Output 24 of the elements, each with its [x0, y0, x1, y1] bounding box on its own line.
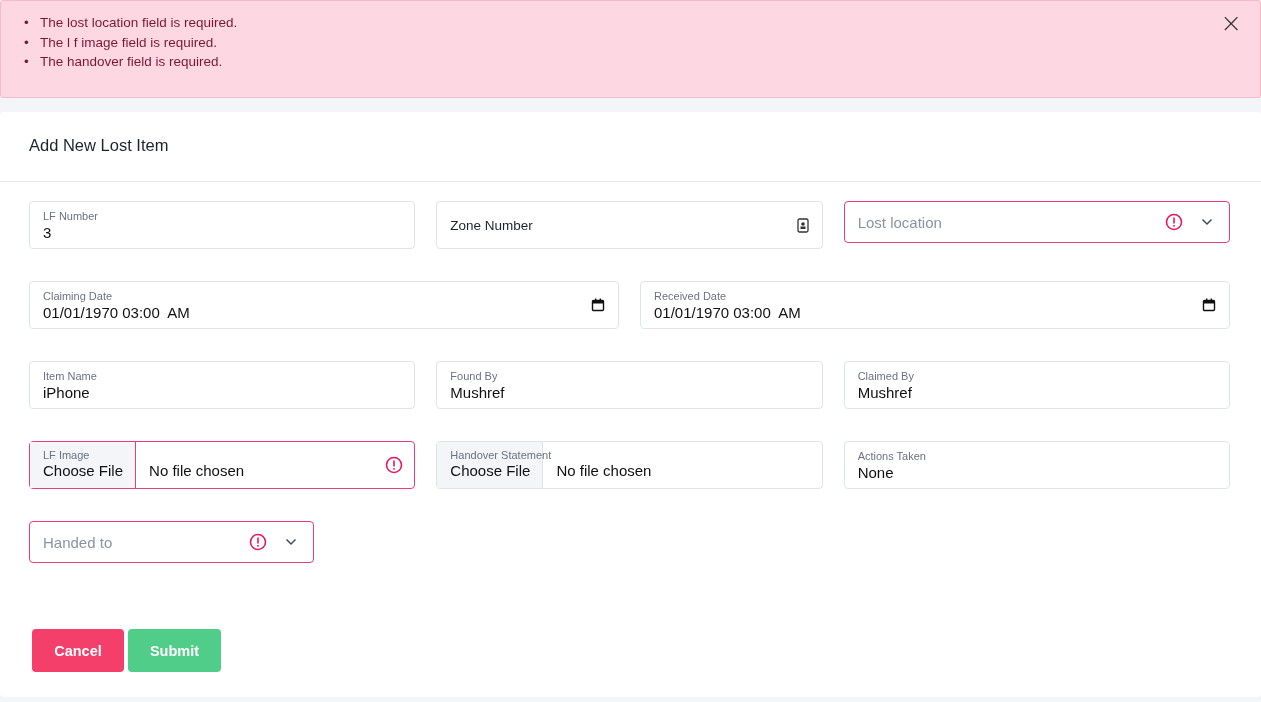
- error-message: The handover field is required.: [40, 53, 223, 71]
- input-field[interactable]: Item Name iPhone: [29, 361, 416, 409]
- input-field[interactable]: Found By Mushref: [436, 361, 823, 409]
- input-field[interactable]: Zone Number: [436, 201, 823, 249]
- form-title: Add New Lost Item: [29, 136, 169, 154]
- file-input[interactable]: LF Image Choose File No file chosen: [29, 441, 416, 489]
- bullet: •: [24, 33, 30, 52]
- error-message: The lost location field is required.: [40, 14, 238, 32]
- input-field[interactable]: Received Date 01/01/1970 03:00 AM: [640, 281, 1230, 329]
- bullet: •: [24, 14, 30, 32]
- contact-card-icon: [796, 217, 809, 233]
- close-button[interactable]: ×: [1214, 13, 1248, 33]
- input-field[interactable]: Actions Taken None: [843, 441, 1230, 489]
- input-field[interactable]: Claiming Date 01/01/1970 03:00 AM: [29, 281, 619, 329]
- chevron-down-icon: [284, 538, 297, 546]
- input-field[interactable]: Claimed By Mushref: [843, 361, 1230, 409]
- file-input[interactable]: Handover Statement Choose File No file chosen: [436, 441, 823, 489]
- cancel-button[interactable]: Cancel: [32, 629, 124, 672]
- bullet: •: [24, 53, 30, 71]
- calendar-icon[interactable]: [591, 298, 605, 312]
- error-message: The l f image field is required.: [40, 33, 218, 52]
- input-field[interactable]: LF Number 3: [29, 201, 416, 249]
- chevron-down-icon: [1201, 218, 1213, 226]
- calendar-icon[interactable]: [1202, 298, 1216, 312]
